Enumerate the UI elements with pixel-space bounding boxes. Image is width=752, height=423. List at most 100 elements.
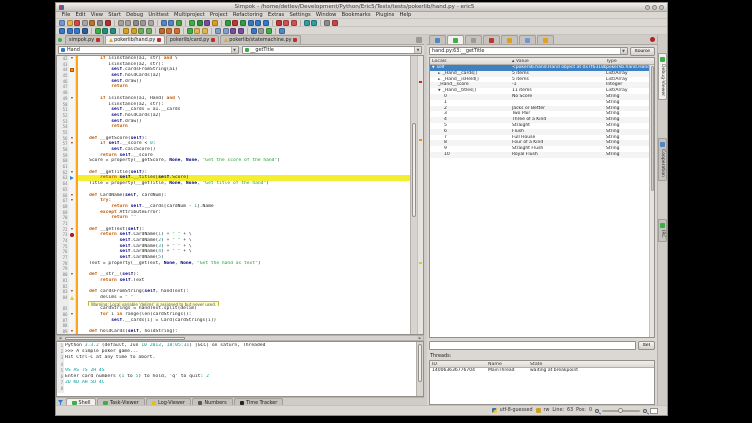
code-editor[interactable]: 42▼ if isinstance(a1, str) and \43 isins… [56, 55, 424, 335]
search-in-files-button[interactable] [194, 28, 200, 34]
method-selector-combo[interactable]: __getTitle ▼ [242, 46, 423, 54]
redo-button[interactable] [125, 20, 131, 26]
editor-tab-pokerlib-statemachine-py[interactable]: pokerlib/statemachine.py [220, 35, 301, 44]
scroll-right-icon[interactable]: ► [417, 336, 423, 340]
menu-help[interactable]: Help [397, 12, 414, 18]
fold-marker-icon[interactable]: ▼ [71, 171, 73, 175]
unindent-button[interactable] [131, 28, 137, 34]
cut-button[interactable] [133, 20, 139, 26]
menu-view[interactable]: View [88, 12, 106, 18]
variables-filter-input[interactable] [429, 341, 636, 350]
goto-line-button[interactable] [176, 20, 182, 26]
continue-debugger-button[interactable] [240, 20, 246, 26]
set-filter-button[interactable]: Set [638, 341, 655, 350]
menu-extras[interactable]: Extras [265, 12, 287, 18]
comment-code-button[interactable] [138, 28, 144, 34]
zoom-out-editor-button[interactable] [215, 28, 221, 34]
profile-script-button[interactable] [204, 20, 210, 26]
previous-change-button[interactable] [166, 28, 172, 34]
save-all-button[interactable] [89, 20, 95, 26]
close-tab-icon[interactable] [211, 38, 215, 42]
autocomplete-button[interactable] [102, 28, 108, 34]
irc-tool-button[interactable] [266, 28, 272, 34]
fold-marker-icon[interactable]: ▼ [71, 313, 73, 317]
fold-marker-icon[interactable]: ▼ [71, 273, 73, 277]
interpreter-tab[interactable] [519, 35, 536, 44]
web-browser-button[interactable] [251, 28, 257, 34]
whats-this-help-button[interactable] [279, 28, 285, 34]
editor-vertical-scrollbar[interactable] [410, 56, 417, 334]
replace-button[interactable] [168, 20, 174, 26]
zoom-out-icon[interactable] [595, 409, 599, 413]
previous-bookmark-button[interactable] [74, 28, 80, 34]
remove-split-button[interactable] [238, 28, 244, 34]
step-into-button[interactable] [248, 20, 254, 26]
step-out-button[interactable] [263, 20, 269, 26]
menu-multiproject[interactable]: Multiproject [171, 12, 207, 18]
locals-variables-table[interactable]: Locals ▴ Value Type ▼self<pokerlib.hand.… [429, 57, 655, 338]
threads-header-name[interactable]: Name [488, 362, 530, 367]
marker-margin[interactable]: ▼ [69, 329, 76, 335]
variable-row[interactable]: 10Royal FlushString [430, 152, 654, 158]
window-titlebar[interactable]: Simpok - /home/detlev/Development/Python… [56, 3, 667, 12]
shell-vertical-scrollbar[interactable] [416, 342, 423, 396]
fold-marker-icon[interactable]: ▼ [71, 137, 73, 141]
scrollbar-thumb[interactable] [412, 123, 416, 218]
menu-plugins[interactable]: Plugins [373, 12, 397, 18]
zoom-slider[interactable] [602, 410, 640, 412]
side-tab-cooperation[interactable]: Cooperation [658, 138, 667, 181]
locals-header-value[interactable]: ▴ Value [512, 59, 606, 64]
menu-unittest[interactable]: Unittest [146, 12, 172, 18]
paste-button[interactable] [148, 20, 154, 26]
fold-marker-icon[interactable]: ▼ [71, 194, 73, 198]
scrollbar-thumb[interactable] [418, 344, 422, 382]
debug-script-button[interactable] [197, 20, 203, 26]
editor-tab-pokerlib-card-py[interactable]: pokerlib/card.py [166, 35, 219, 44]
locals-table-header[interactable]: Locals ▴ Value Type [430, 58, 654, 65]
new-file-button[interactable] [59, 20, 65, 26]
call-stack-tab[interactable] [465, 35, 482, 44]
fold-marker-icon[interactable]: ▼ [71, 330, 73, 334]
fold-marker-icon[interactable]: ▼ [71, 199, 73, 203]
start-debugger-button[interactable] [225, 20, 231, 26]
goto-last-edit-button[interactable] [159, 28, 165, 34]
stack-frame-combo[interactable]: hand.py:63:__getTitle ▼ [429, 47, 628, 55]
threads-header-state[interactable]: State [530, 362, 654, 367]
mail-button[interactable] [258, 28, 264, 34]
scrollbar-thumb[interactable] [651, 66, 654, 191]
breakpoints-tab[interactable] [483, 35, 500, 44]
uncomment-code-button[interactable] [146, 28, 152, 34]
watchpoints-tab[interactable] [501, 35, 518, 44]
close-tab-icon[interactable] [96, 38, 100, 42]
step-over-button[interactable] [255, 20, 261, 26]
calltip-button[interactable] [110, 28, 116, 34]
previous-breakpoint-button[interactable] [291, 20, 297, 26]
help-viewer-button[interactable] [332, 20, 338, 26]
menu-edit[interactable]: Edit [73, 12, 88, 18]
check-syntax-button[interactable] [212, 20, 218, 26]
menu-settings[interactable]: Settings [287, 12, 313, 18]
toggle-bookmark-button[interactable] [59, 28, 65, 34]
next-change-button[interactable] [174, 28, 180, 34]
close-tab-icon[interactable] [157, 38, 161, 42]
next-bookmark-button[interactable] [67, 28, 73, 34]
side-tab-irc[interactable]: IRC [658, 219, 667, 242]
scroll-left-icon[interactable]: ◄ [57, 336, 63, 340]
close-tab-icon[interactable] [293, 38, 297, 42]
spell-check-button[interactable] [187, 28, 193, 34]
locals-header-name[interactable]: Locals [430, 59, 512, 64]
locals-vertical-scrollbar[interactable] [649, 65, 654, 337]
shade-button[interactable] [645, 5, 650, 10]
new-task-button[interactable] [95, 28, 101, 34]
menu-start[interactable]: Start [106, 12, 124, 18]
maximize-button[interactable] [652, 5, 657, 10]
open-file-button[interactable] [67, 20, 73, 26]
exceptions-tab[interactable] [537, 35, 554, 44]
source-button[interactable]: Source [630, 47, 656, 56]
split-view-button[interactable] [230, 28, 236, 34]
editor-tab-pokerlib-hand-py[interactable]: pokerlib/hand.py [105, 35, 165, 44]
threads-table-header[interactable]: ID Name State [430, 361, 654, 368]
clear-bookmarks-button[interactable] [82, 28, 88, 34]
zoom-slider-thumb[interactable] [618, 408, 623, 413]
threads-header-id[interactable]: ID [430, 362, 488, 367]
